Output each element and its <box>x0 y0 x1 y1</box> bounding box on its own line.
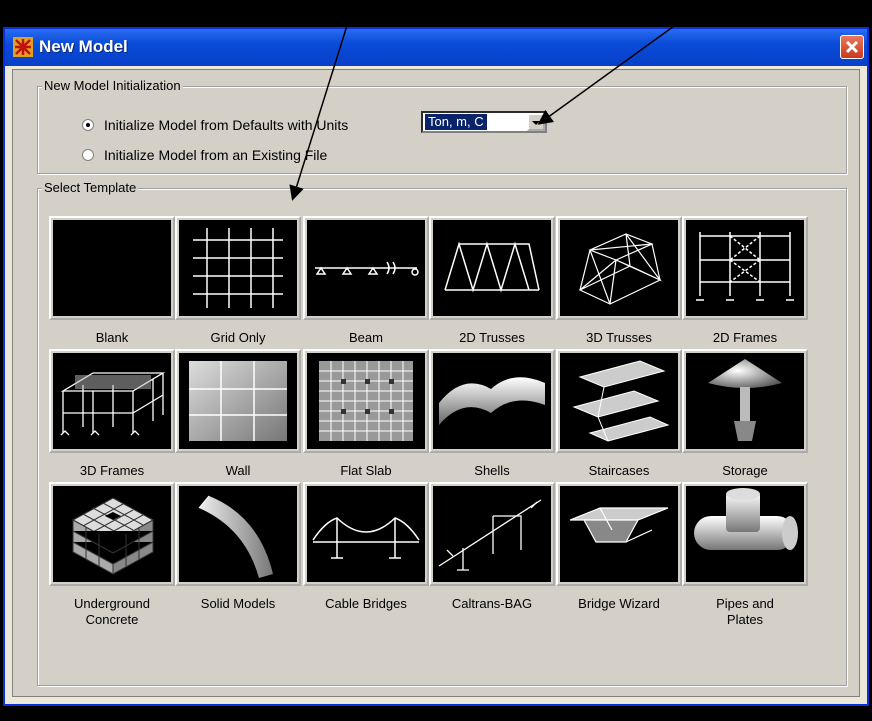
template-label: Blank <box>95 330 129 345</box>
beam-template-icon <box>307 220 425 316</box>
template-tile[interactable]: Solid Models <box>175 482 301 612</box>
bridge-wizard-template-icon <box>560 486 678 582</box>
radio-button[interactable] <box>82 149 94 161</box>
template-button[interactable] <box>429 216 555 320</box>
template-label: Underground Concrete <box>74 596 150 627</box>
template-tile[interactable]: Caltrans-BAG <box>429 482 555 612</box>
template-label: Bridge Wizard <box>578 596 660 611</box>
bottom-strip <box>0 706 872 721</box>
template-tile[interactable]: Cable Bridges <box>303 482 429 612</box>
underground-concrete-template-icon <box>53 486 171 582</box>
option-file-radio[interactable]: Initialize Model from an Existing File <box>82 147 327 163</box>
option-file-label: Initialize Model from an Existing File <box>104 147 328 163</box>
template-label: Grid Only <box>210 330 266 345</box>
template-button[interactable] <box>175 482 301 586</box>
chevron-down-icon[interactable] <box>527 113 545 131</box>
window-title: New Model <box>39 37 128 56</box>
template-tile[interactable]: Bridge Wizard <box>556 482 682 612</box>
template-tile[interactable]: Shells <box>429 349 555 479</box>
group-label: New Model Initialization <box>42 78 183 94</box>
template-label: Staircases <box>588 463 650 478</box>
solid-models-template-icon <box>179 486 297 582</box>
template-tile[interactable]: Staircases <box>556 349 682 479</box>
template-label: Flat Slab <box>340 463 392 478</box>
3d-frames-template-icon <box>53 353 171 449</box>
template-button[interactable] <box>429 482 555 586</box>
template-label: Caltrans-BAG <box>451 596 533 611</box>
template-label: 2D Frames <box>712 330 778 345</box>
units-value: Ton, m, C <box>425 114 487 130</box>
group-label: Select Template <box>42 180 139 196</box>
wall-template-icon <box>179 353 297 449</box>
template-tile[interactable]: Grid Only <box>175 216 301 346</box>
template-tile[interactable]: 3D Trusses <box>556 216 682 346</box>
template-label: Wall <box>225 463 251 478</box>
3d-trusses-template-icon <box>560 220 678 316</box>
template-button[interactable] <box>49 349 175 453</box>
template-button[interactable] <box>556 482 682 586</box>
grid-only-template-icon <box>179 220 297 316</box>
template-label: 2D Trusses <box>459 330 525 345</box>
blank-template-icon <box>53 220 171 316</box>
template-button[interactable] <box>682 216 808 320</box>
template-tile[interactable]: 2D Frames <box>682 216 808 346</box>
cable-bridges-template-icon <box>307 486 425 582</box>
template-button[interactable] <box>429 349 555 453</box>
template-label: Solid Models <box>200 596 276 611</box>
template-label: Cable Bridges <box>325 596 407 611</box>
app-icon <box>13 37 33 57</box>
template-label: Shells <box>474 463 510 478</box>
template-button[interactable] <box>175 349 301 453</box>
title-bar[interactable]: New Model <box>5 29 867 66</box>
template-button[interactable] <box>682 482 808 586</box>
template-tile[interactable]: Beam <box>303 216 429 346</box>
template-button[interactable] <box>682 349 808 453</box>
template-tile[interactable]: Wall <box>175 349 301 479</box>
option-defaults-label: Initialize Model from Defaults with Unit… <box>104 117 349 133</box>
template-label: Beam <box>349 330 383 345</box>
template-label: Pipes and Plates <box>716 596 774 627</box>
template-label: 3D Frames <box>79 463 145 478</box>
caltrans-bag-template-icon <box>433 486 551 582</box>
template-button[interactable] <box>556 216 682 320</box>
units-dropdown[interactable]: Ton, m, C <box>421 111 547 133</box>
template-tile[interactable]: Pipes and Plates <box>682 482 808 628</box>
template-tile[interactable]: Storage Structures <box>682 349 808 495</box>
option-defaults-radio[interactable]: Initialize Model from Defaults with Unit… <box>82 117 348 133</box>
template-tile[interactable]: Underground Concrete <box>49 482 175 628</box>
template-tile[interactable]: 3D Frames <box>49 349 175 479</box>
close-button[interactable] <box>840 35 864 59</box>
staircases-template-icon <box>560 353 678 449</box>
2d-frames-template-icon <box>686 220 804 316</box>
template-tile[interactable]: 2D Trusses <box>429 216 555 346</box>
template-button[interactable] <box>175 216 301 320</box>
close-icon <box>845 40 859 54</box>
template-button[interactable] <box>49 482 175 586</box>
pipes-and-plates-template-icon <box>686 486 804 582</box>
template-button[interactable] <box>303 349 429 453</box>
new-model-dialog: New Model New Model Initialization Initi… <box>3 27 869 706</box>
2d-trusses-template-icon <box>433 220 551 316</box>
shells-template-icon <box>433 353 551 449</box>
storage-structures-template-icon <box>686 353 804 449</box>
template-tile[interactable]: Blank <box>49 216 175 346</box>
radio-button[interactable] <box>82 119 94 131</box>
template-button[interactable] <box>49 216 175 320</box>
template-button[interactable] <box>303 482 429 586</box>
template-tile[interactable]: Flat Slab <box>303 349 429 479</box>
dialog-body: New Model Initialization Initialize Mode… <box>12 69 860 697</box>
template-label: 3D Trusses <box>586 330 652 345</box>
flat-slab-template-icon <box>307 353 425 449</box>
template-button[interactable] <box>303 216 429 320</box>
template-button[interactable] <box>556 349 682 453</box>
